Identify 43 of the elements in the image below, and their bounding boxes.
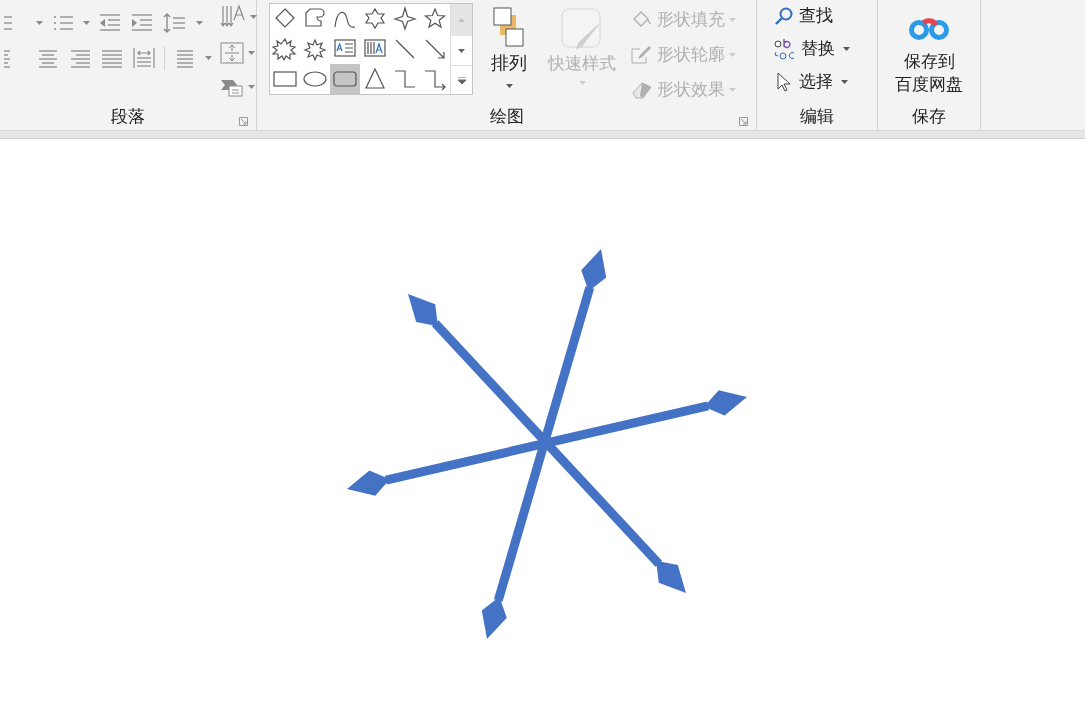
group-label: 绘图 bbox=[489, 105, 524, 129]
increase-indent-icon[interactable] bbox=[130, 12, 154, 34]
search-icon bbox=[773, 5, 795, 26]
brush-icon bbox=[560, 7, 604, 51]
caret-icon bbox=[841, 79, 848, 84]
justify-icon[interactable] bbox=[100, 47, 124, 69]
edit-menu-button[interactable]: 选择 bbox=[773, 68, 877, 95]
asterisk-shape[interactable] bbox=[347, 249, 747, 639]
save-to-cloud-button[interactable]: 保存到 百度网盘 bbox=[878, 0, 980, 104]
group-label: 保存 bbox=[912, 105, 946, 129]
dialog-launcher-icon[interactable] bbox=[239, 117, 248, 126]
decrease-indent-icon[interactable] bbox=[98, 12, 122, 34]
caret-icon bbox=[729, 53, 736, 57]
arrange-button[interactable]: 排列 bbox=[485, 3, 533, 104]
dialog-launcher-icon[interactable] bbox=[739, 117, 748, 126]
caret-icon bbox=[578, 80, 586, 85]
line-spacing-icon[interactable] bbox=[162, 12, 188, 34]
caret-icon bbox=[250, 15, 257, 19]
caret-icon bbox=[248, 51, 255, 55]
caret-icon bbox=[196, 21, 203, 25]
caret-icon bbox=[843, 46, 850, 51]
pencil-icon bbox=[631, 45, 653, 65]
align-right-icon[interactable] bbox=[68, 47, 92, 69]
edit-menu-button[interactable]: 查找 bbox=[773, 2, 877, 29]
caret-icon bbox=[729, 18, 736, 22]
edit-menu-button[interactable]: 替换 bbox=[773, 35, 877, 62]
group-label: 段落 bbox=[111, 105, 145, 129]
eraser-icon bbox=[631, 80, 653, 100]
caret-icon bbox=[458, 48, 465, 53]
distributed-icon[interactable] bbox=[132, 47, 156, 69]
expand-icon bbox=[457, 76, 466, 84]
caret-icon bbox=[729, 88, 736, 92]
arrange-icon bbox=[493, 7, 525, 49]
caret-icon bbox=[505, 84, 513, 88]
align-text-icon[interactable] bbox=[220, 42, 244, 64]
caret-icon bbox=[36, 21, 43, 25]
caret-icon bbox=[248, 85, 255, 89]
group-label: 编辑 bbox=[800, 105, 834, 129]
caret-icon bbox=[83, 21, 90, 25]
align-center-icon[interactable] bbox=[36, 47, 60, 69]
replace-icon bbox=[773, 36, 797, 61]
caret-up-icon bbox=[458, 18, 465, 22]
caret-icon bbox=[205, 56, 212, 60]
